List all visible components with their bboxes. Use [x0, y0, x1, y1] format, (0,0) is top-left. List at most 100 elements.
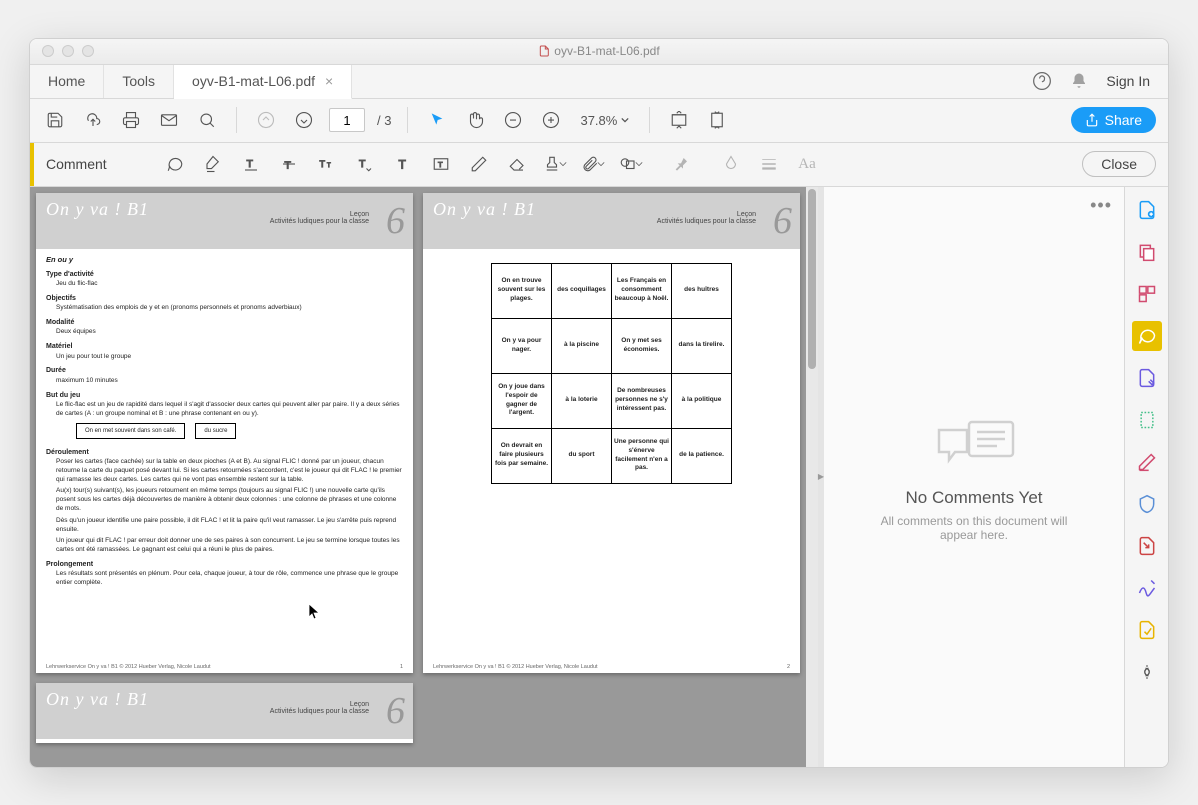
prev-page-button[interactable] — [253, 107, 279, 133]
fit-page-button[interactable] — [704, 107, 730, 133]
font-button[interactable]: Aa — [794, 151, 820, 177]
replace-text-button[interactable]: TT — [314, 151, 340, 177]
page-total: / 3 — [377, 113, 391, 128]
color-button[interactable] — [718, 151, 744, 177]
attach-button[interactable] — [580, 151, 606, 177]
comment-toolbar: Comment T T TT T T T Aa Close — [30, 143, 1168, 187]
card-cell: On en trouve souvent sur les plages. — [492, 263, 552, 318]
app-window: oyv-B1-mat-L06.pdf Home Tools oyv-B1-mat… — [29, 38, 1169, 768]
hand-tool-button[interactable] — [462, 107, 488, 133]
rail-export[interactable] — [1132, 531, 1162, 561]
email-button[interactable] — [156, 107, 182, 133]
svg-text:T: T — [327, 163, 331, 169]
find-button[interactable] — [194, 107, 220, 133]
card-cell: des coquillages — [552, 263, 612, 318]
stamp-button[interactable] — [542, 151, 568, 177]
card-cell: On y met ses économies. — [612, 318, 672, 373]
pdf-page-1: On y va ! B1 LeçonActivités ludiques pou… — [36, 193, 413, 673]
save-button[interactable] — [42, 107, 68, 133]
card-cell: à la politique — [672, 373, 732, 428]
rail-protect[interactable] — [1132, 489, 1162, 519]
close-tab-icon[interactable]: × — [325, 73, 333, 89]
card-grid: On en trouve souvent sur les plages.des … — [491, 263, 732, 484]
print-button[interactable] — [118, 107, 144, 133]
svg-text:T: T — [285, 160, 292, 172]
textbox-button[interactable]: T — [428, 151, 454, 177]
comments-menu-button[interactable]: ••• — [1090, 195, 1112, 216]
card-cell: On y va pour nager. — [492, 318, 552, 373]
svg-text:T: T — [359, 158, 366, 170]
fit-width-button[interactable] — [666, 107, 692, 133]
sticky-note-button[interactable] — [162, 151, 188, 177]
help-icon[interactable] — [1032, 71, 1052, 91]
cloud-button[interactable] — [80, 107, 106, 133]
eraser-button[interactable] — [504, 151, 530, 177]
main-toolbar: / 3 37.8% Share — [30, 99, 1168, 143]
highlight-button[interactable] — [200, 151, 226, 177]
rail-organize[interactable] — [1132, 279, 1162, 309]
card-cell: de la patience. — [672, 428, 732, 483]
card-cell: du sport — [552, 428, 612, 483]
rail-more[interactable] — [1132, 657, 1162, 687]
rail-sign[interactable] — [1132, 573, 1162, 603]
tab-tools[interactable]: Tools — [104, 65, 174, 98]
card-cell: à la piscine — [552, 318, 612, 373]
page-input[interactable] — [329, 108, 365, 132]
card-cell: On devrait en faire plusieurs fois par s… — [492, 428, 552, 483]
svg-text:T: T — [247, 158, 254, 170]
close-window-button[interactable] — [42, 45, 54, 57]
drawing-button[interactable] — [618, 151, 644, 177]
rail-combine[interactable] — [1132, 237, 1162, 267]
window-title: oyv-B1-mat-L06.pdf — [538, 44, 659, 58]
card-cell: Une personne qui s'énerve facilement n'e… — [612, 428, 672, 483]
share-button[interactable]: Share — [1071, 107, 1156, 133]
document-viewport[interactable]: On y va ! B1 LeçonActivités ludiques pou… — [30, 187, 806, 767]
vertical-scrollbar[interactable] — [806, 187, 818, 767]
zoom-in-button[interactable] — [538, 107, 564, 133]
comment-mode-label: Comment — [30, 143, 150, 186]
minimize-window-button[interactable] — [62, 45, 74, 57]
select-tool-button[interactable] — [424, 107, 450, 133]
card-cell: Les Français en consomment beaucoup à No… — [612, 263, 672, 318]
rail-send[interactable] — [1132, 615, 1162, 645]
pin-button[interactable] — [668, 151, 694, 177]
traffic-lights — [42, 45, 94, 57]
fullscreen-window-button[interactable] — [82, 45, 94, 57]
svg-text:T: T — [320, 159, 326, 169]
chevron-down-icon — [621, 116, 629, 124]
comments-empty-icon — [929, 412, 1019, 472]
notifications-icon[interactable] — [1070, 72, 1088, 90]
tab-document[interactable]: oyv-B1-mat-L06.pdf × — [174, 65, 352, 99]
pdf-page-3: On y va ! B1 LeçonActivités ludiques pou… — [36, 683, 413, 743]
right-tool-rail — [1124, 187, 1168, 767]
pencil-button[interactable] — [466, 151, 492, 177]
zoom-out-button[interactable] — [500, 107, 526, 133]
rail-measure[interactable] — [1132, 405, 1162, 435]
strikethrough-button[interactable]: T — [276, 151, 302, 177]
card-cell: On y joue dans l'espoir de gagner de l'a… — [492, 373, 552, 428]
next-page-button[interactable] — [291, 107, 317, 133]
rail-edit[interactable] — [1132, 447, 1162, 477]
rail-create-pdf[interactable] — [1132, 195, 1162, 225]
comments-empty-subtitle: All comments on this document will appea… — [874, 514, 1074, 542]
linewidth-button[interactable] — [756, 151, 782, 177]
card-cell: De nombreuses personnes ne s'y intéresse… — [612, 373, 672, 428]
titlebar: oyv-B1-mat-L06.pdf — [30, 39, 1168, 65]
close-comment-button[interactable]: Close — [1082, 151, 1156, 177]
zoom-select[interactable]: 37.8% — [576, 111, 633, 130]
sign-in-link[interactable]: Sign In — [1106, 73, 1150, 89]
tab-strip: Home Tools oyv-B1-mat-L06.pdf × Sign In — [30, 65, 1168, 99]
svg-text:T: T — [399, 158, 407, 172]
card-cell: des huîtres — [672, 263, 732, 318]
share-icon — [1085, 113, 1099, 127]
comments-pane: ••• No Comments Yet All comments on this… — [824, 187, 1124, 767]
svg-text:T: T — [438, 160, 443, 169]
tab-home[interactable]: Home — [30, 65, 104, 98]
rail-comment[interactable] — [1132, 321, 1162, 351]
add-text-button[interactable]: T — [390, 151, 416, 177]
rail-fill-sign[interactable] — [1132, 363, 1162, 393]
insert-text-button[interactable]: T — [352, 151, 378, 177]
card-cell: dans la tirelire. — [672, 318, 732, 373]
comments-empty-title: No Comments Yet — [905, 488, 1042, 508]
underline-button[interactable]: T — [238, 151, 264, 177]
